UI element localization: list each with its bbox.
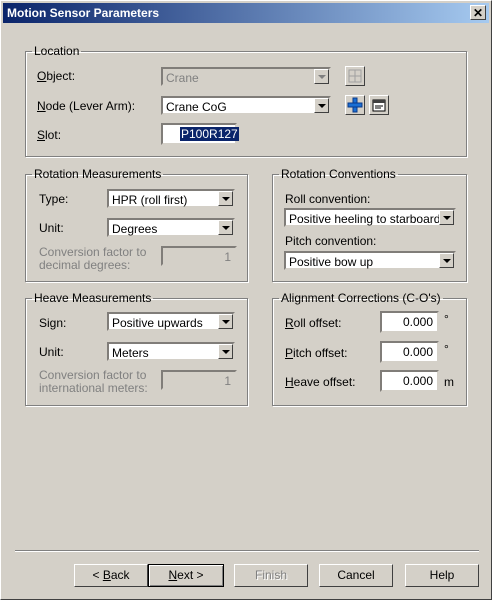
title-bar: Motion Sensor Parameters ✕: [3, 3, 489, 23]
structure-icon[interactable]: [345, 66, 365, 86]
chevron-down-icon: [218, 344, 233, 359]
pitch-convention-value: Positive bow up: [289, 255, 374, 269]
rotation-conventions-legend: Rotation Conventions: [281, 167, 396, 181]
roll-convention-label: Roll convention:: [285, 192, 371, 206]
heave-offset-input[interactable]: 0.000: [380, 370, 439, 392]
close-icon[interactable]: ✕: [470, 5, 486, 20]
chevron-down-icon: [439, 253, 454, 268]
button-separator: [15, 550, 479, 552]
rotation-type-label: Type:: [39, 192, 69, 206]
node-label: Node (Lever Arm):: [37, 99, 136, 113]
help-button[interactable]: Help: [405, 564, 479, 587]
slot-label: Slot:: [37, 128, 62, 142]
heave-unit-value: Meters: [112, 346, 149, 360]
roll-convention-dropdown[interactable]: Positive heeling to starboard: [284, 208, 456, 227]
window-title: Motion Sensor Parameters: [7, 6, 160, 20]
chevron-down-icon: [218, 191, 233, 206]
roll-offset-input[interactable]: 0.000: [380, 311, 439, 333]
next-button[interactable]: Next >: [148, 564, 224, 587]
heave-measurements-legend: Heave Measurements: [34, 291, 152, 305]
heave-offset-value: 0.000: [402, 374, 433, 388]
chevron-down-icon: [218, 314, 233, 329]
pitch-offset-value: 0.000: [402, 345, 433, 359]
rotation-conversion-input[interactable]: 1: [161, 246, 237, 266]
heave-sign-value: Positive upwards: [112, 316, 203, 330]
location-legend: Location: [34, 44, 80, 58]
heave-unit-dropdown[interactable]: Meters: [107, 342, 235, 361]
rotation-unit-value: Degrees: [112, 222, 158, 236]
object-dropdown[interactable]: Crane: [161, 67, 331, 86]
properties-icon[interactable]: [369, 95, 389, 115]
roll-offset-value: 0.000: [402, 315, 433, 329]
heave-sign-label: Sign:: [39, 316, 67, 330]
rotation-conversion-value: 1: [224, 250, 231, 264]
object-value: Crane: [166, 71, 199, 85]
node-value: Crane CoG: [166, 100, 227, 114]
chevron-down-icon: [314, 69, 329, 84]
object-label: Object:: [37, 69, 76, 83]
back-button[interactable]: < Back: [74, 564, 148, 587]
pitch-offset-unit: °: [444, 342, 449, 356]
rotation-type-value: HPR (roll first): [112, 193, 188, 207]
rotation-conversion-label-2: decimal degrees:: [39, 258, 131, 272]
chevron-down-icon: [218, 220, 233, 235]
rotation-type-dropdown[interactable]: HPR (roll first): [107, 189, 235, 208]
rotation-unit-label: Unit:: [39, 221, 64, 235]
heave-unit-label: Unit:: [39, 345, 64, 359]
heave-sign-dropdown[interactable]: Positive upwards: [107, 312, 235, 331]
roll-convention-value: Positive heeling to starboard: [289, 212, 441, 226]
roll-offset-label: Roll offset:: [285, 316, 342, 330]
slot-value: P100R127: [180, 127, 239, 141]
cancel-button[interactable]: Cancel: [319, 564, 393, 587]
dialog-window: Motion Sensor Parameters ✕ Location Obje…: [0, 0, 492, 600]
heave-conversion-label-2: international meters:: [39, 381, 148, 395]
heave-offset-unit: m: [444, 375, 454, 389]
rotation-measurements-legend: Rotation Measurements: [34, 167, 162, 181]
add-node-icon[interactable]: [345, 95, 365, 115]
alignment-corrections-legend: Alignment Corrections (C-O's): [281, 291, 441, 305]
pitch-offset-input[interactable]: 0.000: [380, 341, 439, 363]
heave-conversion-input[interactable]: 1: [161, 370, 237, 390]
pitch-convention-dropdown[interactable]: Positive bow up: [284, 251, 456, 270]
node-dropdown[interactable]: Crane CoG: [161, 96, 331, 115]
finish-button[interactable]: Finish: [234, 564, 308, 587]
heave-conversion-value: 1: [224, 374, 231, 388]
chevron-down-icon: [314, 98, 329, 113]
roll-offset-unit: °: [444, 312, 449, 326]
chevron-down-icon: [439, 210, 454, 225]
slot-input[interactable]: P100R127: [161, 123, 239, 145]
heave-offset-label: Heave offset:: [285, 375, 356, 389]
pitch-offset-label: Pitch offset:: [285, 346, 348, 360]
rotation-unit-dropdown[interactable]: Degrees: [107, 218, 235, 237]
pitch-convention-label: Pitch convention:: [285, 234, 377, 248]
